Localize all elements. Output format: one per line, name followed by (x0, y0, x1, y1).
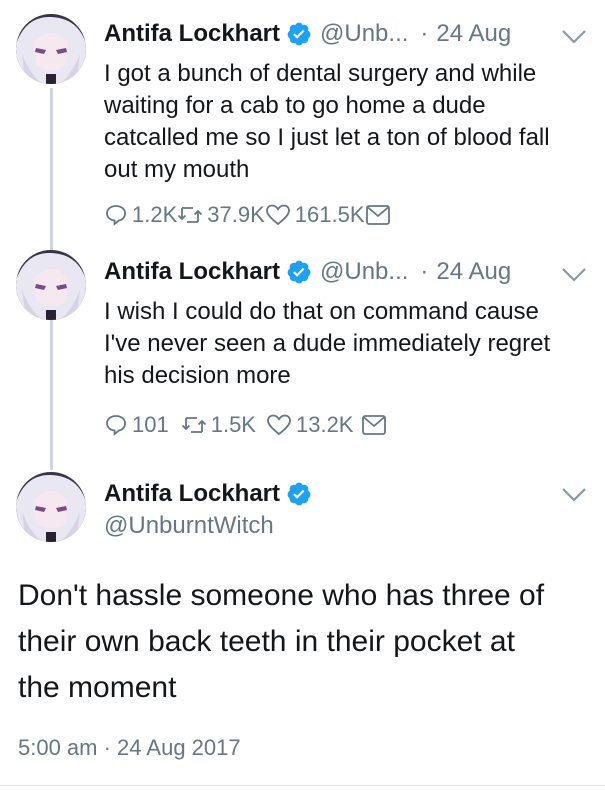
display-name[interactable]: Antifa Lockhart (104, 258, 280, 286)
separator-dot: · (420, 258, 429, 285)
retweet-icon (178, 207, 203, 223)
main-tweet-text: Don't hassle someone who has three of th… (18, 579, 545, 704)
like-icon (265, 204, 290, 226)
handle[interactable]: @UnburntWitch (104, 512, 274, 540)
verified-icon (287, 482, 311, 506)
like-count: 13.2K (295, 412, 354, 437)
thread-line-1 (50, 88, 53, 250)
avatar[interactable] (16, 14, 86, 84)
reply-icon (106, 415, 127, 436)
display-name[interactable]: Antifa Lockhart (104, 480, 280, 508)
like-action[interactable]: 161.5K (265, 202, 365, 228)
reply-action[interactable]: 1.2K (104, 202, 177, 228)
verified-icon (287, 22, 311, 46)
retweet-count: 37.9K (207, 202, 265, 227)
dm-action[interactable] (365, 204, 391, 226)
tweet-date[interactable]: 24 Aug (436, 258, 511, 286)
chevron-down-icon[interactable] (561, 266, 587, 284)
retweet-count: 1.5K (210, 412, 256, 437)
handle[interactable]: @Unb... (320, 20, 408, 48)
verified-icon (287, 260, 311, 284)
thread-line-2 (50, 318, 53, 470)
dm-icon (365, 205, 390, 225)
display-name[interactable]: Antifa Lockhart (104, 20, 280, 48)
like-icon (267, 414, 291, 436)
divider (0, 785, 605, 786)
retweet-action[interactable]: 1.5K (181, 412, 256, 438)
reply-count: 101 (132, 412, 169, 437)
tweet-text: I wish I could do that on command cause … (104, 298, 551, 389)
reply-count: 1.2K (132, 202, 178, 227)
chevron-down-icon[interactable] (561, 28, 587, 46)
avatar[interactable] (16, 250, 86, 320)
tweet-text: I got a bunch of dental surgery and whil… (104, 60, 550, 183)
like-count: 161.5K (294, 202, 365, 227)
tweet-date[interactable]: 24 Aug (436, 20, 511, 48)
reply-icon (106, 205, 127, 226)
chevron-down-icon[interactable] (561, 486, 587, 504)
reply-action[interactable]: 101 (104, 412, 169, 438)
dm-icon (362, 415, 387, 435)
retweet-action[interactable]: 37.9K (177, 202, 265, 228)
like-action[interactable]: 13.2K (266, 412, 354, 438)
dm-action[interactable] (361, 414, 387, 436)
avatar[interactable] (16, 472, 86, 542)
tweet-actions: 1.2K 37.9K 161.5K (104, 202, 391, 228)
handle[interactable]: @Unb... (320, 258, 408, 286)
tweet-timestamp[interactable]: 5:00 am · 24 Aug 2017 (18, 735, 241, 761)
tweet-actions: 101 1.5K 13.2K (104, 412, 387, 438)
separator-dot: · (420, 20, 429, 47)
retweet-icon (181, 417, 206, 433)
